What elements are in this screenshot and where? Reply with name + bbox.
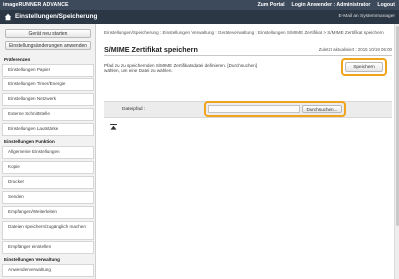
sidebar: Gerät neu starten Einstellungsänderungen…	[0, 24, 96, 279]
sidebar-item-volume[interactable]: Einstellungen Lautstärke	[2, 123, 94, 136]
back-to-top-icon[interactable]	[110, 124, 117, 130]
page-section-title: Einstellungen/Speicherung	[15, 13, 98, 20]
apply-changes-button[interactable]: Einstellungsänderungen anwenden	[5, 41, 91, 50]
sidebar-section-functions: Einstellungen Funktion	[4, 139, 55, 144]
sidebar-item-timer-energy[interactable]: Einstellungen Timer/Energie	[2, 78, 94, 91]
file-select-highlight: Durchsuchen...	[204, 101, 346, 117]
save-highlight: Speichern	[341, 58, 387, 76]
sidebar-item-user-management[interactable]: Anwenderverwaltung	[2, 264, 94, 277]
home-icon[interactable]	[4, 13, 12, 21]
sidebar-section-preferences: Präferenzen	[4, 57, 31, 62]
save-button[interactable]: Speichern	[345, 62, 383, 72]
top-links: Zum Portal Login Anwender : Administrato…	[257, 2, 395, 8]
sidebar-section-management: Einstellungen Verwaltung	[4, 257, 60, 262]
browse-button[interactable]: Durchsuchen...	[302, 105, 342, 113]
sidebar-item-interface[interactable]: Externe Schnittstelle	[2, 108, 94, 121]
restart-device-button[interactable]: Gerät neu starten	[5, 29, 91, 38]
login-user-label: Login Anwender : Administrator	[291, 2, 371, 8]
sidebar-item-paper[interactable]: Einstellungen Papier	[2, 64, 94, 77]
main-content: Einstellungen/Speicherung : Einstellunge…	[104, 24, 392, 279]
top-bar: imageRUNNER ADVANCE Zum Portal Login Anw…	[0, 0, 399, 10]
title-divider	[104, 55, 392, 56]
page-title: S/MIME Zertifikat speichern	[104, 45, 198, 54]
breadcrumb[interactable]: Einstellungen/Speicherung : Einstellunge…	[104, 30, 392, 36]
sidebar-item-printer[interactable]: Drucker	[2, 176, 94, 189]
file-path-row: Dateipfad : Durchsuchen...	[104, 101, 392, 118]
logout-link[interactable]: Logout	[377, 2, 395, 8]
portal-link[interactable]: Zum Portal	[257, 2, 284, 8]
scrollbar[interactable]	[394, 24, 399, 279]
brand-name: imageRUNNER ADVANCE	[3, 2, 69, 8]
sidebar-item-destination[interactable]: Empfänger einstellen	[2, 241, 94, 254]
sidebar-item-send[interactable]: Senden	[2, 191, 94, 204]
file-path-input[interactable]	[208, 105, 300, 113]
mail-admin-link[interactable]: E-Mail an Systemmanager	[338, 14, 395, 19]
sidebar-item-store-access-files[interactable]: Dateien speichern/zugänglich machen	[2, 221, 94, 240]
sidebar-item-common[interactable]: Allgemeine Einstellungen	[2, 146, 94, 159]
sidebar-item-receive-forward[interactable]: Empfangen/Weiterleiten	[2, 206, 94, 219]
instruction-text: Pfad zu zu speichernden S/MIME Zertifika…	[104, 63, 257, 74]
title-bar: Einstellungen/Speicherung E-Mail an Syst…	[0, 10, 399, 24]
file-path-label: Dateipfad :	[122, 107, 146, 112]
sidebar-item-network[interactable]: Einstellungen Netzwerk	[2, 93, 94, 106]
last-updated-text: Zuletzt aktualisiert : 2015 10/19 06:00	[318, 47, 392, 52]
sidebar-item-copy[interactable]: Kopie	[2, 161, 94, 174]
